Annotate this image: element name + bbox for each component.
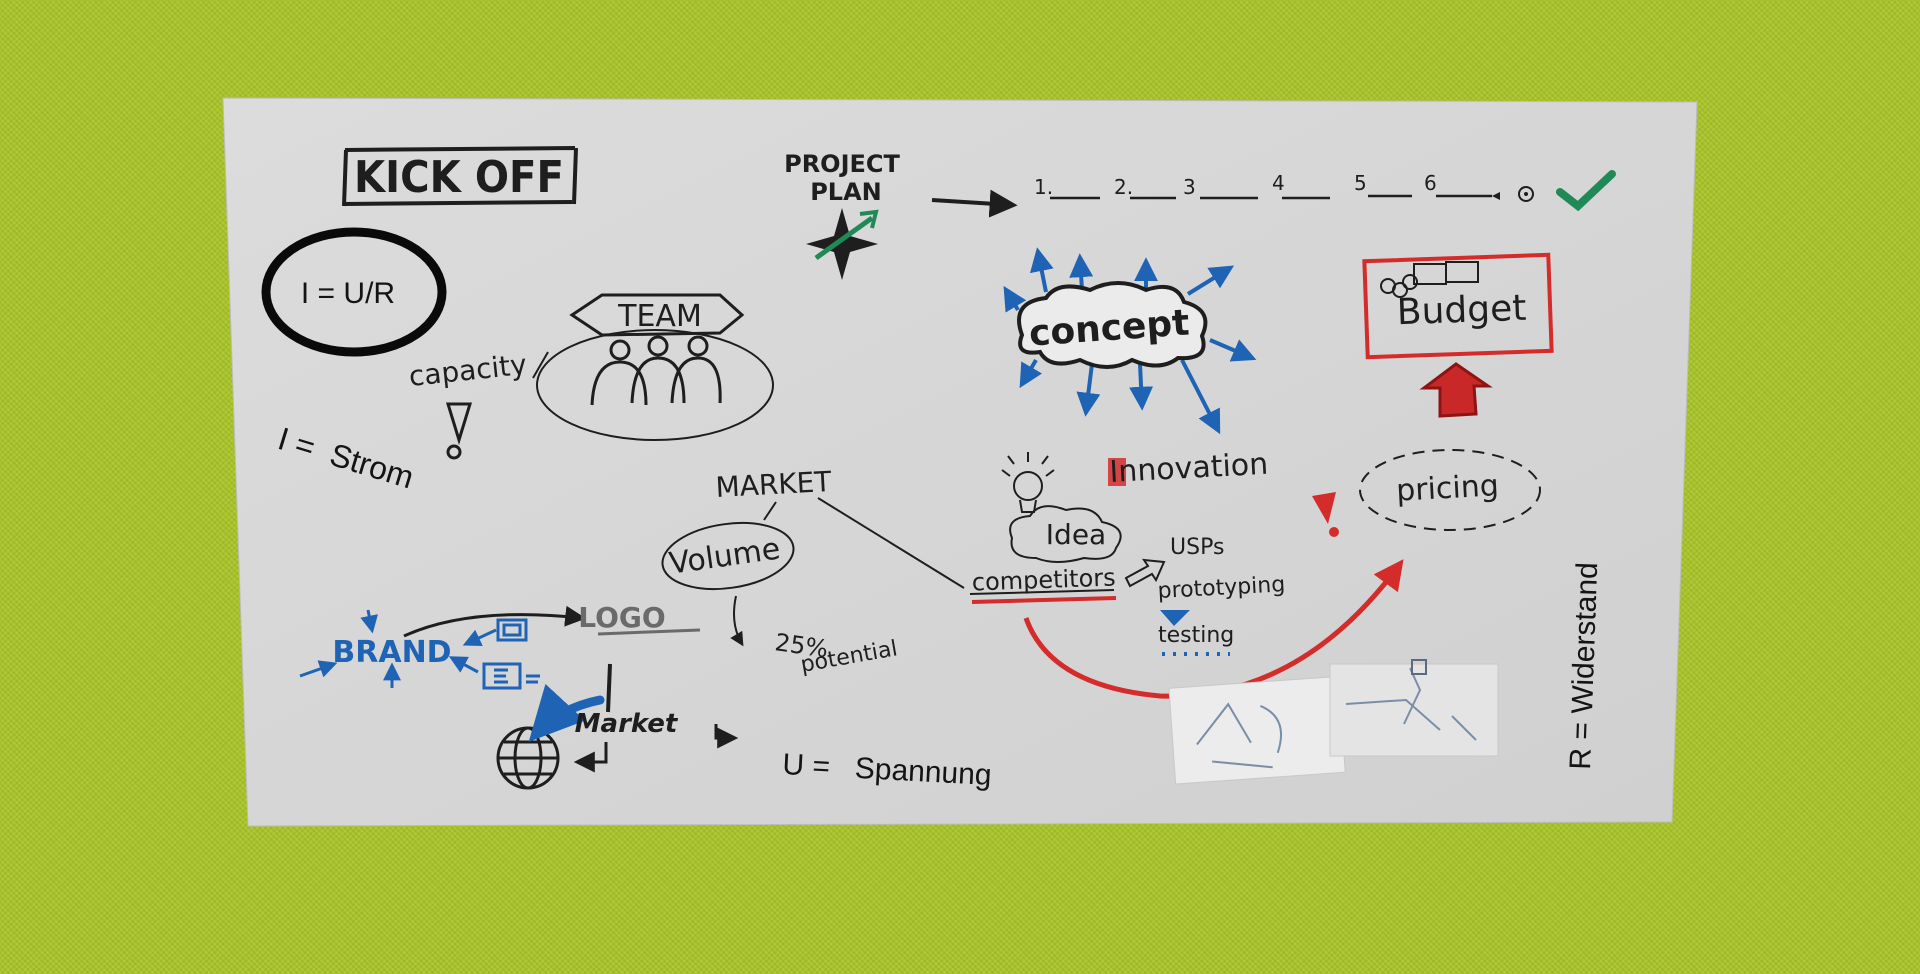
idea-label: Idea xyxy=(1046,518,1106,551)
project-plan-line2: PLAN xyxy=(810,178,882,206)
budget-label: Budget xyxy=(1396,288,1527,333)
timeline-step: 6 xyxy=(1424,171,1437,195)
timeline-step: 2. xyxy=(1114,175,1133,199)
pricing-label: pricing xyxy=(1395,468,1499,508)
kickoff-box: KICK OFF xyxy=(342,146,578,207)
sketch-photo xyxy=(1329,659,1499,757)
timeline-step: 3 xyxy=(1183,175,1196,199)
timeline-step: 4 xyxy=(1272,171,1285,195)
brand-label: BRAND xyxy=(332,635,451,670)
sketch-photo xyxy=(1168,675,1346,785)
formula-text: I = U/R xyxy=(301,277,395,310)
whiteboard-scene: KICK OFF I = U/R capacity TEAM I = Strom… xyxy=(222,97,1698,827)
project-plan-line1: PROJECT xyxy=(784,150,900,178)
kickoff-label: KICK OFF xyxy=(354,152,564,203)
market-label: MARKET xyxy=(715,465,833,504)
logo-label: LOGO xyxy=(578,601,665,634)
market-globe-label: Market xyxy=(575,709,679,739)
timeline-step: 1. xyxy=(1034,175,1053,199)
testing-label: testing xyxy=(1158,623,1234,648)
usps-label: USPs xyxy=(1170,535,1224,560)
timeline-step: 5 xyxy=(1354,171,1367,195)
team-label: TEAM xyxy=(617,299,702,334)
